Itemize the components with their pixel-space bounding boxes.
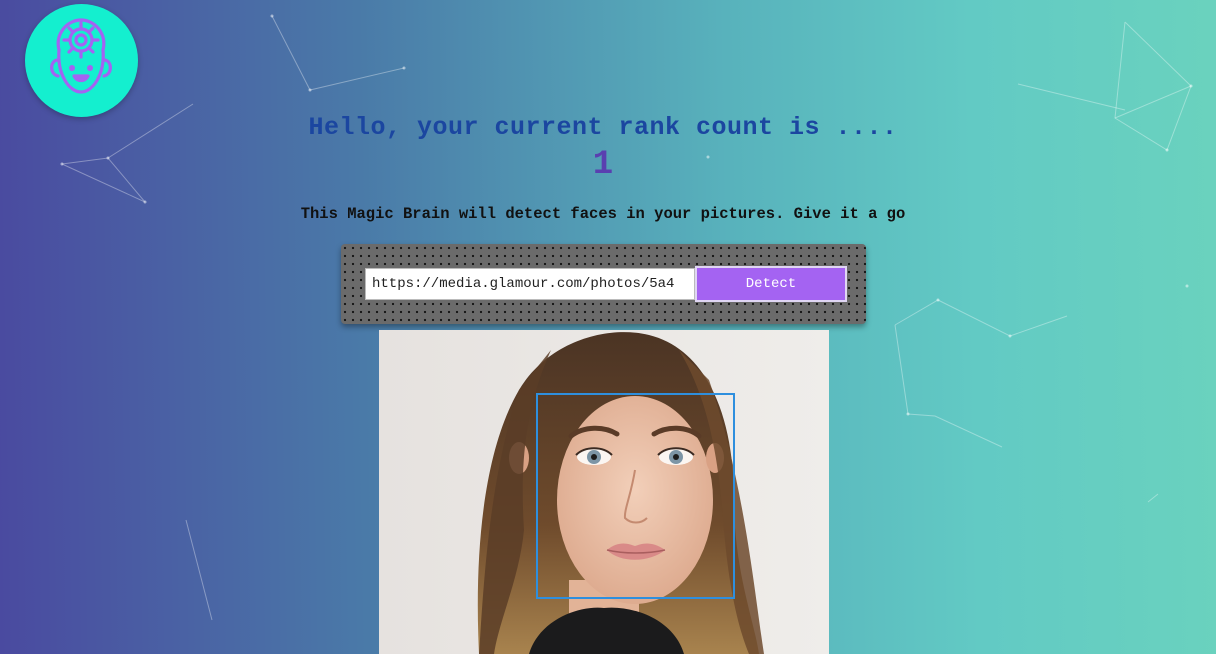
face-image	[379, 330, 829, 654]
rank-count: 1	[592, 146, 614, 184]
face-bounding-box	[536, 393, 735, 599]
image-link-form: Detect	[341, 244, 866, 324]
rank-message: Hello, your current rank count is ....	[308, 113, 898, 142]
brain-gear-head-icon	[50, 18, 112, 94]
image-url-input[interactable]	[365, 268, 695, 300]
app-logo	[25, 4, 138, 117]
intro-text: This Magic Brain will detect faces in yo…	[300, 205, 906, 223]
detect-button[interactable]: Detect	[695, 266, 847, 302]
